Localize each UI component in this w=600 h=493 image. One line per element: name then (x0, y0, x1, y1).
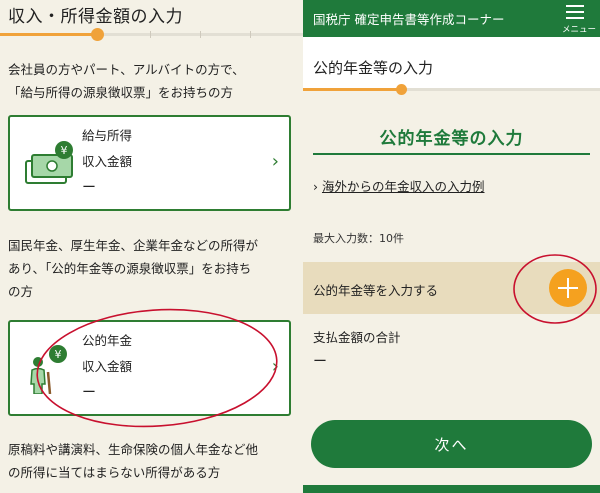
footer-bar (303, 485, 600, 493)
progress-fill (303, 88, 401, 91)
elderly-person-icon: ¥ (30, 345, 67, 394)
card-value: ー (82, 180, 96, 196)
link-text: 海外からの年金収入の入力例 (321, 179, 485, 194)
progress-bar (303, 84, 600, 96)
menu-label: メニュー (561, 25, 596, 35)
salary-intro: 会社員の方やパート、アルバイトの方で、 「給与所得の源泉徴収票」をお持ちの方 (8, 62, 245, 100)
pension-income-card[interactable]: ¥ 公的年金 収入金額 ー › (8, 320, 291, 416)
section-divider (313, 153, 590, 155)
banknote-icon: ¥ (25, 141, 73, 184)
chevron-right-icon: › (271, 356, 279, 377)
entry-label: 公的年金等を入力する (313, 283, 439, 298)
pension-intro: 国民年金、厚生年金、企業年金などの所得が あり、「公的年金等の源泉徴収票」をお持… (8, 238, 259, 299)
site-title: 国税庁 確定申告書等作成コーナー (313, 12, 505, 27)
card-category: 給与所得 (82, 128, 133, 143)
next-button-label: 次へ (434, 436, 469, 454)
page-header: 公的年金等の入力 (303, 37, 600, 91)
card-label: 収入金額 (82, 154, 133, 169)
card-value: ー (82, 385, 96, 401)
progress-fill (0, 33, 97, 36)
chevron-right-icon: › (313, 179, 318, 194)
card-label: 収入金額 (82, 359, 133, 374)
next-button[interactable]: 次へ (311, 420, 592, 468)
overseas-pension-example-link[interactable]: › 海外からの年金収入の入力例 (313, 176, 485, 195)
yen-symbol: ¥ (55, 348, 62, 361)
pension-entry-row: 公的年金等を入力する (303, 262, 600, 314)
page-title: 公的年金等の入力 (313, 59, 434, 77)
salary-income-card[interactable]: ¥ 給与所得 収入金額 ー › (8, 115, 291, 211)
total-payment-label: 支払金額の合計 (313, 330, 401, 345)
card-category: 公的年金 (82, 333, 133, 348)
chevron-right-icon: › (271, 151, 279, 172)
menu-button[interactable]: メニュー (556, 2, 596, 35)
pension-entry-panel: 国税庁 確定申告書等作成コーナー メニュー 公的年金等の入力 公的年金等の入力 … (303, 0, 600, 493)
income-entry-panel: 収入・所得金額の入力 会社員の方やパート、アルバイトの方で、 「給与所得の源泉徴… (0, 0, 303, 493)
other-income-intro: 原稿料や講演料、生命保険の個人年金など他 の所得に当てはまらない所得がある方 (8, 442, 259, 480)
hamburger-icon (566, 5, 584, 19)
add-pension-button[interactable] (549, 269, 587, 307)
yen-symbol: ¥ (61, 144, 68, 157)
page-title: 収入・所得金額の入力 (8, 7, 183, 27)
progress-marker (90, 28, 104, 41)
progress-bar (0, 28, 303, 42)
progress-marker (396, 84, 407, 95)
max-entry-count: 最大入力数：10件 (313, 232, 404, 245)
app-header: 国税庁 確定申告書等作成コーナー メニュー (303, 0, 600, 37)
section-title: 公的年金等の入力 (379, 129, 524, 149)
total-payment-value: ー (313, 354, 327, 370)
